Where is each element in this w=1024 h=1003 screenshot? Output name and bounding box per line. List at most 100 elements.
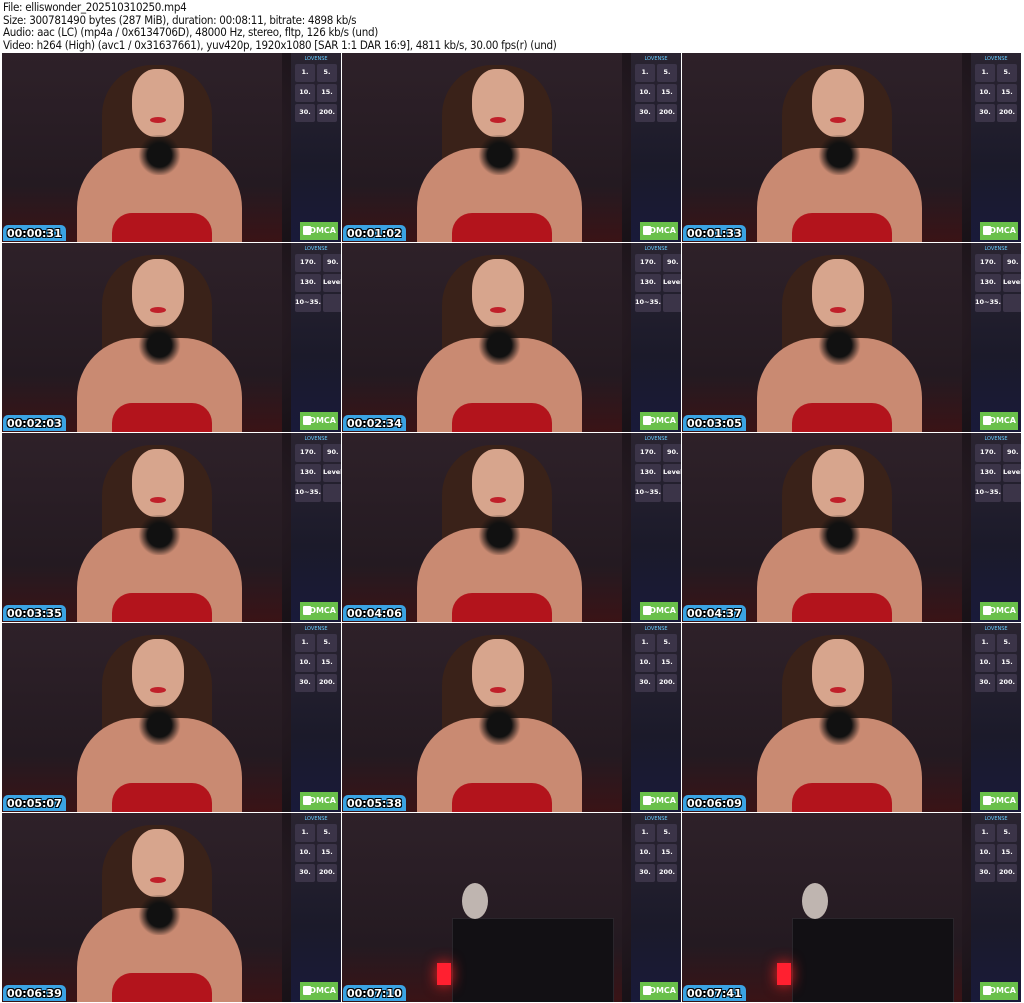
dmca-badge: DMCA [640, 792, 678, 810]
person-clothing [792, 403, 892, 432]
video-thumbnail[interactable]: LOVENSE 1. 5. 10. 15. 30. 200. DMCA 00:05:07 [2, 623, 341, 812]
tip-menu-item: 90. [1003, 444, 1021, 462]
dmca-badge: DMCA [980, 222, 1018, 240]
tip-menu-item: 1. [295, 824, 315, 842]
tip-menu-item: 1. [295, 634, 315, 652]
lovense-tip-menu: LOVENSE 1. 5. 10. 15. 30. 200. [291, 53, 341, 242]
video-thumbnail[interactable]: LOVENSE 1. 5. 10. 15. 30. 200. DMCA 00:00:31 [2, 53, 341, 242]
video-thumbnail[interactable]: LOVENSE 1. 5. 10. 15. 30. 200. DMCA 00:07:41 [682, 813, 1021, 1002]
tip-menu-item: 10~35. [295, 484, 322, 502]
person-lips [490, 497, 506, 503]
tip-menu-item: 15. [657, 844, 677, 862]
video-thumbnail[interactable]: LOVENSE 1. 5. 10. 15. 30. 200. DMCA 00:06:09 [682, 623, 1021, 812]
person-clothing [112, 213, 212, 242]
timestamp-label: 00:04:37 [683, 605, 746, 621]
video-thumbnail[interactable]: LOVENSE 1. 5. 10. 15. 30. 200. DMCA 00:06:39 [2, 813, 341, 1002]
tip-menu-item: 200. [657, 104, 677, 122]
tip-menu-item: 30. [295, 104, 315, 122]
tip-menu-item: Level 1-5 [323, 464, 341, 492]
tip-menu-item: 200. [317, 864, 337, 882]
person-choker [137, 135, 182, 175]
dmca-badge: DMCA [640, 222, 678, 240]
tip-menu-item: 5. [317, 64, 337, 82]
audio-info: Audio: aac (LC) (mp4a / 0x6134706D), 480… [3, 25, 378, 40]
person-face [812, 69, 864, 137]
video-thumbnail[interactable]: LOVENSE 1. 5. 10. 15. 30. 200. DMCA 00:07:10 [342, 813, 681, 1002]
dmca-badge: DMCA [980, 602, 1018, 620]
video-thumbnail[interactable]: LOVENSE 1. 5. 10. 15. 30. 200. DMCA 00:01:02 [342, 53, 681, 242]
flower-vase [802, 883, 828, 919]
tip-menu-item: 15. [997, 844, 1017, 862]
person-clothing [452, 783, 552, 812]
file-name: File: elliswonder_202510310250.mp4 [3, 0, 187, 14]
tip-menu-item: 1. [975, 824, 995, 842]
person-lips [830, 117, 846, 123]
tip-menu-item: 1. [635, 64, 655, 82]
tip-menu-grid: 170.90.130.Level 1-510~35. [631, 442, 681, 504]
tip-menu-item: 30. [635, 104, 655, 122]
person-face [132, 449, 184, 517]
tip-menu-item: 130. [295, 274, 322, 292]
red-lamp [437, 963, 451, 985]
tip-menu-item: 30. [975, 864, 995, 882]
tip-menu-item: 10. [635, 84, 655, 102]
video-info: Video: h264 (High) (avc1 / 0x31637661), … [3, 37, 557, 52]
tip-menu-item: 10. [635, 844, 655, 862]
tip-menu-item: 10~35. [295, 294, 322, 312]
person-face [472, 449, 524, 517]
flower-vase [462, 883, 488, 919]
dmca-badge: DMCA [640, 412, 678, 430]
tip-menu-item: 15. [317, 654, 337, 672]
person-face [812, 449, 864, 517]
tip-menu-grid: 1. 5. 10. 15. 30. 200. [971, 632, 1021, 694]
tip-menu-grid: 1. 5. 10. 15. 30. 200. [631, 62, 681, 124]
tip-menu-item: 90. [323, 444, 341, 462]
tip-menu-item: 15. [317, 844, 337, 862]
person-choker [817, 325, 862, 365]
video-thumbnail[interactable]: LOVENSE170.90.130.Level 1-510~35.DMCA 00:… [682, 433, 1021, 622]
person-choker [137, 515, 182, 555]
person-clothing [112, 403, 212, 432]
tip-menu-item: 200. [317, 674, 337, 692]
video-thumbnail[interactable]: LOVENSE170.90.130.Level 1-510~35.DMCA 00:… [682, 243, 1021, 432]
person-choker [817, 135, 862, 175]
person-choker [137, 325, 182, 365]
video-thumbnail[interactable]: LOVENSE 1. 5. 10. 15. 30. 200. DMCA 00:05:38 [342, 623, 681, 812]
tip-menu-item: 1. [975, 64, 995, 82]
video-thumbnail[interactable]: LOVENSE170.90.130.Level 1-510~35.DMCA 00:… [342, 433, 681, 622]
person-clothing [112, 593, 212, 622]
tip-menu-item: 30. [975, 674, 995, 692]
tip-menu-item: 15. [657, 654, 677, 672]
person-clothing [792, 783, 892, 812]
dmca-badge: DMCA [980, 982, 1018, 1000]
tip-menu-grid: 170.90.130.Level 1-510~35. [291, 252, 341, 314]
person-clothing [792, 213, 892, 242]
person-face [132, 829, 184, 897]
tip-menu-item: 5. [317, 634, 337, 652]
tip-menu-item: 170. [295, 444, 322, 462]
tip-menu-grid: 1. 5. 10. 15. 30. 200. [631, 822, 681, 884]
tip-menu-item: 10. [975, 844, 995, 862]
video-thumbnail[interactable]: LOVENSE 1. 5. 10. 15. 30. 200. DMCA 00:01:33 [682, 53, 1021, 242]
lovense-tip-menu: LOVENSE170.90.130.Level 1-510~35. [971, 433, 1021, 622]
tip-menu-item: 30. [295, 864, 315, 882]
file-info-header: File: elliswonder_202510310250.mp4 Size:… [3, 1, 557, 51]
tip-menu-grid: 1. 5. 10. 15. 30. 200. [291, 62, 341, 124]
person-face [472, 259, 524, 327]
tip-menu-item: 5. [657, 64, 677, 82]
video-thumbnail[interactable]: LOVENSE170.90.130.Level 1-510~35.DMCA 00:… [342, 243, 681, 432]
tip-menu-item: 30. [975, 104, 995, 122]
person-lips [830, 687, 846, 693]
timestamp-label: 00:05:07 [3, 795, 66, 811]
tip-menu-item: 5. [657, 824, 677, 842]
tip-menu-item: 10. [975, 654, 995, 672]
dmca-badge: DMCA [300, 412, 338, 430]
timestamp-label: 00:07:41 [683, 985, 746, 1001]
tip-menu-grid: 170.90.130.Level 1-510~35. [291, 442, 341, 504]
video-thumbnail[interactable]: LOVENSE170.90.130.Level 1-510~35.DMCA 00:… [2, 433, 341, 622]
tip-menu-item: Level 1-5 [1003, 274, 1021, 302]
video-thumbnail[interactable]: LOVENSE170.90.130.Level 1-510~35.DMCA 00:… [2, 243, 341, 432]
tip-menu-item: Level 1-5 [1003, 464, 1021, 492]
tip-menu-item: 30. [635, 864, 655, 882]
tip-menu-item: 15. [997, 84, 1017, 102]
